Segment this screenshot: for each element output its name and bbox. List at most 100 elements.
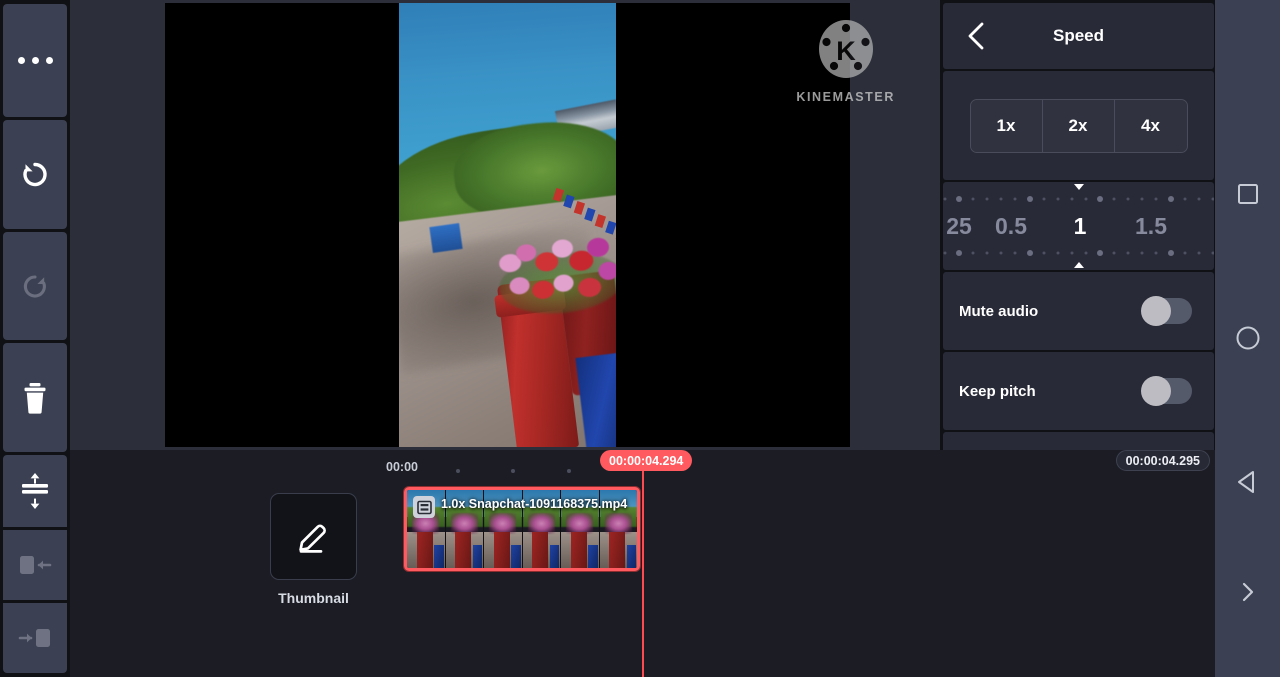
slider-tick-major [956, 196, 962, 202]
slider-tick-minor [1126, 251, 1130, 255]
ruler-tick [456, 469, 460, 473]
nav-recents-button[interactable] [1215, 146, 1280, 242]
slider-tick-minor [985, 197, 989, 201]
speed-slider[interactable]: 25 0.5 1 1.5 [943, 182, 1214, 270]
slider-tick-minor [1056, 197, 1060, 201]
film-strip-icon [413, 496, 435, 518]
android-nav-bar [1215, 0, 1280, 677]
redo-button[interactable] [3, 231, 67, 341]
back-button[interactable] [955, 14, 999, 58]
slider-tick-minor [1013, 251, 1017, 255]
kinemaster-logo-icon: K [818, 20, 873, 78]
svg-text:K: K [836, 36, 856, 66]
mute-audio-toggle[interactable] [1141, 296, 1192, 326]
trim-right-button[interactable] [3, 602, 67, 673]
video-blue-bin [429, 223, 463, 253]
slider-tick-minor [999, 251, 1003, 255]
slider-tick-minor [1211, 251, 1214, 255]
square-icon [1237, 184, 1258, 204]
slider-tick-minor [1084, 197, 1088, 201]
panel-header: Speed [943, 3, 1214, 69]
slider-tick-minor [1197, 197, 1201, 201]
speed-preset-1x[interactable]: 1x [970, 99, 1043, 152]
slider-label-3: 1.5 [1135, 213, 1167, 239]
nav-back-button[interactable] [1215, 434, 1280, 530]
keep-pitch-row[interactable]: Keep pitch [943, 352, 1214, 430]
video-flowers [491, 232, 616, 323]
mute-audio-row[interactable]: Mute audio [943, 272, 1214, 350]
slider-tick-minor [1154, 197, 1158, 201]
slider-tick-minor [1013, 197, 1017, 201]
mute-audio-label: Mute audio [959, 302, 1039, 320]
slider-ticks-bottom [943, 249, 1214, 257]
slider-labels: 25 0.5 1 1.5 [943, 209, 1214, 243]
trim-left-icon [20, 555, 52, 574]
trash-icon [24, 382, 46, 414]
speed-preset-group: 1x 2x 4x [969, 98, 1188, 153]
slider-tick-major [1167, 196, 1174, 202]
slider-tick-major [1097, 196, 1103, 202]
preview-area[interactable]: K KINEMASTER [70, 0, 940, 450]
trim-left-button[interactable] [3, 529, 67, 600]
slider-tick-major [1026, 196, 1033, 202]
slider-tick-minor [1056, 251, 1060, 255]
playhead-time-badge: 00:00:04.294 [600, 450, 693, 471]
more-options-button[interactable] [3, 4, 67, 117]
ruler-tick [567, 469, 571, 473]
slider-tick-minor [1070, 197, 1074, 201]
total-duration-badge: 00:00:04.295 [1115, 450, 1210, 471]
slider-label-0: 25 [946, 213, 972, 239]
slider-tick-minor [1112, 251, 1116, 255]
chevron-right-icon [1242, 582, 1253, 602]
slider-caret-bottom-icon [1073, 262, 1084, 268]
slider-label-2: 1 [1073, 213, 1087, 239]
slider-tick-minor [1140, 251, 1144, 255]
slider-tick-minor [999, 197, 1003, 201]
slider-caret-top-icon [1073, 184, 1084, 190]
keep-pitch-toggle[interactable] [1141, 376, 1192, 406]
slider-tick-major [1167, 250, 1174, 256]
nav-home-button[interactable] [1215, 290, 1280, 386]
circle-icon [1236, 326, 1259, 350]
timeline-clip[interactable]: 1.0x Snapchat-1091168375.mp4 [404, 487, 640, 571]
speed-preset-2x[interactable]: 2x [1042, 99, 1115, 152]
ruler-start-label: 00:00 [386, 460, 418, 474]
nav-expand-button[interactable] [1215, 544, 1280, 640]
keep-pitch-label: Keep pitch [959, 382, 1036, 400]
slider-tick-minor [1140, 197, 1144, 201]
split-button[interactable] [3, 455, 67, 527]
slider-ticks-top [943, 195, 1214, 203]
speed-presets-card: 1x 2x 4x [943, 71, 1214, 180]
kinemaster-editor: K KINEMASTER Speed 1x 2x 4x 25 0.5 1 1.5… [0, 0, 1280, 677]
slider-tick-minor [1183, 251, 1187, 255]
redo-icon [23, 275, 46, 298]
slider-tick-major [956, 250, 962, 256]
split-icon [22, 472, 48, 509]
video-canvas[interactable] [165, 3, 850, 447]
slider-tick-minor [1042, 197, 1046, 201]
thumbnail-button[interactable]: Thumbnail [270, 493, 357, 606]
ruler-tick [511, 469, 515, 473]
undo-icon [23, 162, 47, 187]
clip-title: 1.0x Snapchat-1091168375.mp4 [441, 497, 628, 511]
thumbnail-box[interactable] [270, 493, 357, 580]
pencil-icon [298, 524, 326, 553]
slider-tick-minor [1070, 251, 1074, 255]
slider-tick-minor [1183, 197, 1187, 201]
slider-tick-minor [1042, 251, 1046, 255]
timeline[interactable]: 00:00 00:00:04.294 00:00:04.295 Thumbnai… [70, 450, 1215, 677]
kinemaster-watermark-text: KINEMASTER [796, 90, 895, 104]
speed-preset-4x[interactable]: 4x [1114, 99, 1187, 152]
playhead-line[interactable] [642, 471, 644, 677]
slider-label-1: 0.5 [995, 213, 1027, 239]
slider-tick-minor [943, 251, 947, 255]
triangle-left-icon [1237, 471, 1254, 493]
slider-tick-major [1026, 250, 1033, 256]
undo-button[interactable] [3, 119, 67, 229]
speed-panel: Speed 1x 2x 4x 25 0.5 1 1.5 Mute audio K… [940, 0, 1215, 460]
slider-tick-minor [1211, 197, 1214, 201]
left-toolbar [0, 0, 70, 677]
slider-tick-minor [971, 197, 975, 201]
slider-tick-minor [985, 251, 989, 255]
delete-button[interactable] [3, 343, 67, 453]
